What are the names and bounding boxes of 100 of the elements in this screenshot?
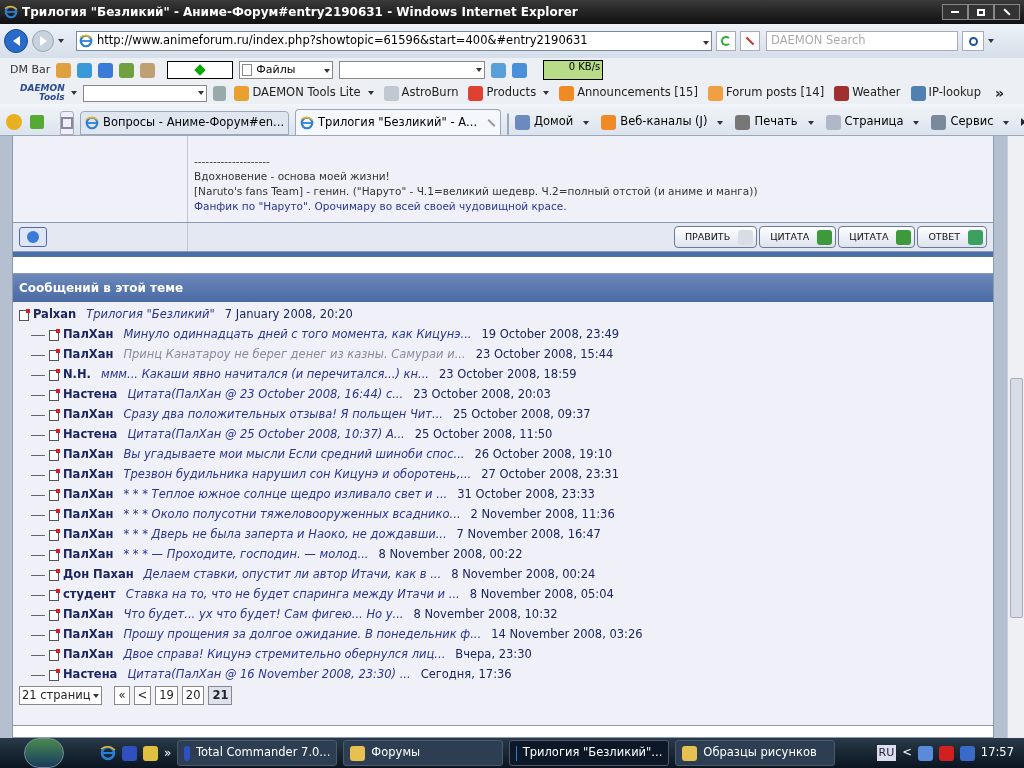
command-button[interactable]: Домой xyxy=(515,113,590,131)
maximize-button[interactable] xyxy=(968,4,994,20)
post-icon xyxy=(19,309,29,321)
command-button[interactable]: Сервис xyxy=(931,113,1010,131)
search-icon xyxy=(968,36,978,46)
post-link[interactable]: Минуло одиннадцать дней с того момента, как Кицунэ... xyxy=(123,326,472,344)
author-link[interactable]: ПалХан xyxy=(63,526,114,544)
author-link[interactable]: Настена xyxy=(63,426,118,444)
taskbar-button[interactable]: Total Commander 7.0... xyxy=(177,740,338,766)
speed-meter: 0 KB/s xyxy=(543,60,604,80)
grid-icon xyxy=(61,117,73,129)
post-link[interactable]: Цитата(ПалХан @ 16 November 2008, 23:30) ... xyxy=(127,666,411,684)
toolbar-button[interactable]: Forum posts [14] xyxy=(705,84,827,102)
toolbar-button[interactable]: Announcements [15] xyxy=(557,84,700,102)
author-link[interactable]: ПалХан xyxy=(63,546,114,564)
post-link[interactable]: Ставка на то, что не будет спаринга между Итачи и ... xyxy=(125,586,460,604)
minimize-button[interactable] xyxy=(942,4,968,20)
refresh-button[interactable] xyxy=(716,31,736,51)
post-icon xyxy=(49,469,59,481)
post-link[interactable]: Цитата(ПалХан @ 23 October 2008, 16:44) с... xyxy=(127,386,404,404)
taskbar-button[interactable]: Образцы рисунков xyxy=(675,740,836,766)
address-field[interactable]: http://www.animeforum.ru/index.php?showtopic=61596&start=400&#entry2190631 xyxy=(76,31,712,51)
quick-tabs-button[interactable] xyxy=(60,111,74,135)
files-dropdown[interactable]: Файлы xyxy=(239,61,334,79)
post-action-button[interactable]: ОТВЕТ xyxy=(917,226,987,248)
tray-expand-button[interactable]: < xyxy=(902,744,912,762)
author-link[interactable]: Настена xyxy=(63,386,118,404)
post-date: 7 January 2008, 20:20 xyxy=(224,306,353,324)
author-link[interactable]: Дон Пахан xyxy=(63,566,134,584)
author-link[interactable]: Palxan xyxy=(33,306,77,324)
author-link[interactable]: ПалХан xyxy=(63,626,114,644)
post-link[interactable]: Сразу два положительных отзыва! Я польщен Чит... xyxy=(123,406,443,424)
browser-tab[interactable]: Вопросы - Аниме-Форум#en... xyxy=(80,111,290,135)
post-icon xyxy=(49,409,59,421)
command-button[interactable]: Страница xyxy=(825,113,920,131)
toolbar-button[interactable]: AstroBurn xyxy=(381,84,461,102)
post-date: 7 November 2008, 16:47 xyxy=(456,526,601,544)
signature-link[interactable]: Фанфик по "Наруто". Орочимару во всей своей чудовищной красе. xyxy=(194,200,567,212)
page-link[interactable]: < xyxy=(133,686,152,706)
author-link[interactable]: ПалХан xyxy=(63,326,114,344)
post-action-button[interactable]: ЦИТАТА xyxy=(759,226,837,248)
post-action-button[interactable]: ЦИТАТА xyxy=(838,226,916,248)
post-link[interactable]: Вы угадываете мои мысли Если средний шиноби спос... xyxy=(123,446,465,464)
author-link[interactable]: ПалХан xyxy=(63,346,114,364)
taskbar-button[interactable]: Трилогия "Безликий"... xyxy=(509,740,670,766)
language-indicator[interactable]: RU xyxy=(876,744,897,762)
signature-line: -------------------- xyxy=(194,154,271,169)
post-action-button[interactable]: ПРАВИТЬ xyxy=(673,226,758,248)
author-link[interactable]: Настена xyxy=(63,666,118,684)
author-link[interactable]: ПалХан xyxy=(63,446,114,464)
toolbar-button[interactable]: Products xyxy=(466,84,552,102)
search-button[interactable] xyxy=(962,31,984,51)
signature-line: [Naruto's fans Team] - генин. ("Наруто" - Ч.1=великий шедевр. Ч.2=полный отстой (и аниме и манга)) xyxy=(194,184,758,199)
more-button[interactable]: » xyxy=(164,744,172,762)
more-button[interactable]: » xyxy=(994,82,1004,104)
author-link[interactable]: N.H. xyxy=(63,366,91,384)
page-link[interactable]: 19 xyxy=(155,686,178,706)
close-button[interactable] xyxy=(994,4,1020,20)
post-link[interactable]: Что будет... ух что будет! Сам фигею... Но у... xyxy=(123,606,404,624)
toolbar-label: DM Bar xyxy=(10,61,51,78)
post-link[interactable]: Двое справа! Кицунэ стремительно обернулся лиц... xyxy=(123,646,446,664)
author-link[interactable]: ПалХан xyxy=(63,506,114,524)
author-link[interactable]: студент xyxy=(63,586,116,604)
page-link[interactable]: 20 xyxy=(181,686,205,706)
scroll-top-button[interactable] xyxy=(19,227,47,247)
post-link[interactable]: * * * Около полусотни тяжеловооруженных всаднико... xyxy=(123,506,461,524)
url-dropdown[interactable] xyxy=(339,61,486,79)
taskbar-button[interactable]: Форумы xyxy=(343,740,504,766)
pages-dropdown[interactable]: 21 страниц xyxy=(19,686,103,706)
command-button[interactable]: Веб-каналы (J) xyxy=(601,113,724,131)
start-button[interactable] xyxy=(24,738,64,768)
post-link[interactable]: Делаем ставки, опустит ли автор Итачи, как в ... xyxy=(143,566,442,584)
author-link[interactable]: ПалХан xyxy=(63,606,114,624)
post-date: 8 November 2008, 05:04 xyxy=(469,586,614,604)
author-link[interactable]: ПалХан xyxy=(63,406,114,424)
page-link[interactable]: 21 xyxy=(208,686,233,706)
back-button[interactable] xyxy=(4,29,28,53)
post-link[interactable]: * * * — Проходите, господин. — молод... xyxy=(123,546,369,564)
toolbar-button[interactable]: DAEMON Tools Lite xyxy=(232,84,376,102)
post-link[interactable]: * * * Дверь не была заперта и Наоко, не дождавши... xyxy=(123,526,447,544)
toolbar-button[interactable]: IP-lookup xyxy=(908,84,983,102)
author-link[interactable]: ПалХан xyxy=(63,466,114,484)
post-link[interactable]: Трилогия "Безликий" xyxy=(86,306,215,324)
stop-button[interactable] xyxy=(740,31,760,51)
post-icon xyxy=(49,569,59,581)
author-link[interactable]: ПалХан xyxy=(63,486,114,504)
post-link[interactable]: Трезвон будильника нарушил сон Кицунэ и оборотень,... xyxy=(123,466,472,484)
search-dropdown[interactable] xyxy=(82,84,207,102)
page-link[interactable]: « xyxy=(114,686,130,706)
browser-tab[interactable]: Трилогия "Безликий" - А... xyxy=(295,109,502,135)
post-link[interactable]: Прошу прощения за долгое ожидание. В понедельник ф... xyxy=(123,626,482,644)
post-icon xyxy=(49,629,59,641)
toolbar-button[interactable]: Weather xyxy=(832,84,903,102)
scrollbar[interactable] xyxy=(1007,136,1024,738)
author-link[interactable]: ПалХан xyxy=(63,646,114,664)
new-tab-button[interactable] xyxy=(507,113,510,135)
post-link[interactable]: * * * Теплое южное солнце щедро изливало свет и ... xyxy=(123,486,448,504)
post-link[interactable]: ммм... Какаши явно начитался (и перечитался...) кн... xyxy=(101,366,429,384)
post-link[interactable]: Цитата(ПалХан @ 25 October 2008, 10:37) А... xyxy=(127,426,405,444)
command-button[interactable]: Печать xyxy=(735,113,814,131)
